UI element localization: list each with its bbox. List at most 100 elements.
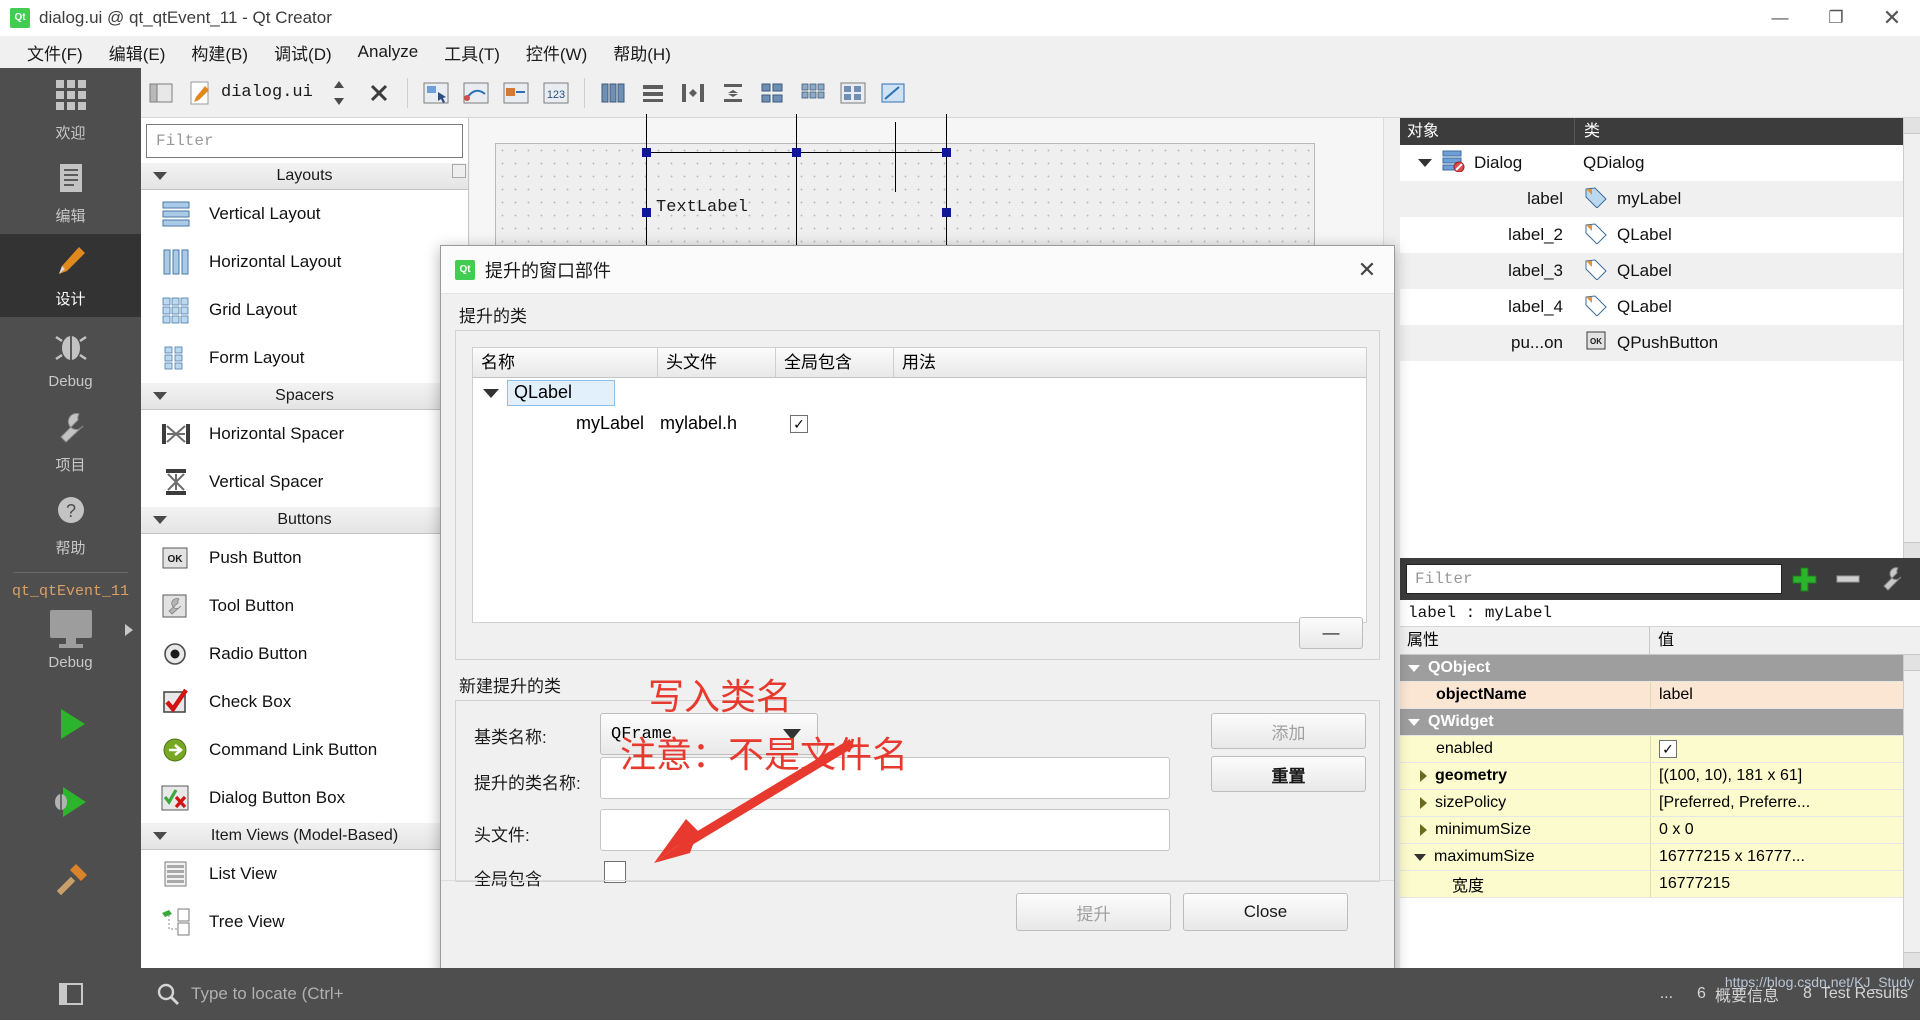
- configure-property-button[interactable]: [1870, 558, 1914, 600]
- widget-item-push-button[interactable]: OK Push Button: [141, 534, 468, 582]
- property-row-sizepolicy[interactable]: sizePolicy [Preferred, Preferre...: [1400, 790, 1920, 817]
- maximize-button[interactable]: ❐: [1808, 0, 1864, 36]
- widget-item-list-view[interactable]: List View: [141, 850, 468, 898]
- object-row-label-3[interactable]: label_3 QLabel: [1400, 253, 1920, 289]
- widget-item-form-layout[interactable]: Form Layout: [141, 334, 468, 382]
- reset-button[interactable]: 重置: [1211, 756, 1366, 792]
- resize-handle-tr[interactable]: [942, 148, 951, 157]
- minimize-button[interactable]: —: [1752, 0, 1808, 36]
- property-value[interactable]: 16777215: [1650, 871, 1920, 897]
- mode-edit[interactable]: 编辑: [0, 151, 141, 234]
- object-row-label-2[interactable]: label_2 QLabel: [1400, 217, 1920, 253]
- resize-handle-br[interactable]: [942, 208, 951, 217]
- widget-item-radio-button[interactable]: Radio Button: [141, 630, 468, 678]
- property-value[interactable]: 0 x 0: [1650, 817, 1920, 843]
- menu-analyze[interactable]: Analyze: [345, 40, 431, 64]
- widget-item-horizontal-layout[interactable]: Horizontal Layout: [141, 238, 468, 286]
- global-include-checkbox[interactable]: ✓: [790, 415, 808, 433]
- add-property-button[interactable]: [1782, 558, 1826, 600]
- status-overflow[interactable]: ...: [1648, 985, 1685, 1003]
- object-inspector-scrollbar[interactable]: [1903, 118, 1920, 558]
- widget-box-filter[interactable]: Filter: [146, 124, 463, 158]
- widget-category-layouts[interactable]: Layouts: [141, 162, 468, 190]
- layout-horizontal-icon[interactable]: [593, 73, 633, 113]
- menu-file[interactable]: 文件(F): [14, 38, 96, 67]
- resize-handle-tm[interactable]: [792, 148, 801, 157]
- resize-handle-tl[interactable]: [642, 148, 651, 157]
- kit-selector[interactable]: [0, 606, 141, 652]
- widget-item-check-box[interactable]: Check Box: [141, 678, 468, 726]
- menu-build[interactable]: 构建(B): [178, 38, 261, 67]
- chevron-down-icon[interactable]: [1408, 664, 1420, 672]
- mode-welcome[interactable]: 欢迎: [0, 68, 141, 151]
- scroll-down-arrow-icon[interactable]: [1904, 542, 1920, 558]
- property-group-qwidget[interactable]: QWidget: [1400, 709, 1920, 736]
- remove-property-button[interactable]: [1826, 558, 1870, 600]
- layout-form-icon[interactable]: [753, 73, 793, 113]
- resize-handle-bl[interactable]: [642, 208, 651, 217]
- widget-item-tree-view[interactable]: Tree View: [141, 898, 468, 946]
- chevron-down-icon[interactable]: [1414, 853, 1426, 861]
- column-global-include[interactable]: 全局包含: [776, 348, 894, 377]
- promote-button[interactable]: 提升: [1016, 893, 1171, 931]
- object-row-label[interactable]: label myLabel: [1400, 181, 1920, 217]
- adjust-size-icon[interactable]: [873, 73, 913, 113]
- promoted-widgets-dialog[interactable]: Qt 提升的窗口部件 ✕ 提升的类 名称 头文件 全局包含 用法 QLabel …: [440, 245, 1395, 993]
- locator-input[interactable]: Type to locate (Ctrl+: [141, 981, 344, 1007]
- edit-signals-icon[interactable]: [456, 73, 496, 113]
- menu-debug[interactable]: 调试(D): [261, 38, 345, 67]
- menu-edit[interactable]: 编辑(E): [96, 38, 179, 67]
- form-widget-textlabel[interactable]: TextLabel: [656, 198, 748, 217]
- build-button[interactable]: [0, 841, 141, 919]
- edit-buddies-icon[interactable]: [496, 73, 536, 113]
- property-value[interactable]: ✓: [1650, 736, 1920, 762]
- property-row-objectname[interactable]: objectName label: [1400, 682, 1920, 709]
- chevron-right-icon[interactable]: [1420, 824, 1427, 836]
- table-row[interactable]: myLabel mylabel.h ✓: [473, 408, 1366, 438]
- remove-promoted-button[interactable]: —: [1299, 617, 1363, 649]
- widget-category-item-views[interactable]: Item Views (Model-Based): [141, 822, 468, 850]
- chevron-down-icon[interactable]: [1418, 159, 1432, 167]
- close-file-icon[interactable]: [359, 73, 399, 113]
- table-cell-global-include[interactable]: ✓: [776, 413, 894, 434]
- edit-widgets-icon[interactable]: [416, 73, 456, 113]
- close-button[interactable]: ✕: [1864, 0, 1920, 36]
- panel-icon[interactable]: [141, 73, 181, 113]
- property-value[interactable]: [Preferred, Preferre...: [1650, 790, 1920, 816]
- property-filter-input[interactable]: Filter: [1406, 564, 1782, 594]
- layout-splitter-h-icon[interactable]: [673, 73, 713, 113]
- chevron-down-icon[interactable]: [483, 388, 499, 398]
- menu-tools[interactable]: 工具(T): [431, 38, 513, 67]
- header-file-input[interactable]: [600, 809, 1170, 851]
- widget-category-spacers[interactable]: Spacers: [141, 382, 468, 410]
- property-value[interactable]: [(100, 10), 181 x 61]: [1650, 763, 1920, 789]
- table-cell-name-text[interactable]: QLabel: [507, 380, 616, 406]
- property-row-maximumsize[interactable]: maximumSize 16777215 x 16777...: [1400, 844, 1920, 871]
- scroll-up-arrow-icon[interactable]: [1904, 118, 1920, 134]
- add-button[interactable]: 添加: [1211, 713, 1366, 749]
- chevron-right-icon[interactable]: [1420, 770, 1427, 782]
- property-row-enabled[interactable]: enabled ✓: [1400, 736, 1920, 763]
- property-editor-scrollbar[interactable]: [1903, 655, 1920, 968]
- widget-item-command-link-button[interactable]: Command Link Button: [141, 726, 468, 774]
- menu-window[interactable]: 控件(W): [513, 38, 600, 67]
- promoted-classes-table[interactable]: 名称 头文件 全局包含 用法 QLabel myLabel mylabel.h …: [472, 347, 1367, 623]
- layout-splitter-v-icon[interactable]: [713, 73, 753, 113]
- object-row-pushbutton[interactable]: pu...on OK QPushButton: [1400, 325, 1920, 361]
- menu-help[interactable]: 帮助(H): [600, 38, 684, 67]
- property-group-qobject[interactable]: QObject: [1400, 655, 1920, 682]
- mode-design[interactable]: 设计: [0, 234, 141, 317]
- column-name[interactable]: 名称: [473, 348, 658, 377]
- debug-button[interactable]: [0, 763, 141, 841]
- property-row-geometry[interactable]: geometry [(100, 10), 181 x 61]: [1400, 763, 1920, 790]
- widget-item-tool-button[interactable]: Tool Button: [141, 582, 468, 630]
- column-usage[interactable]: 用法: [894, 348, 1366, 377]
- layout-grid-icon[interactable]: [793, 73, 833, 113]
- widget-item-grid-layout[interactable]: Grid Layout: [141, 286, 468, 334]
- table-row[interactable]: QLabel: [473, 378, 1366, 408]
- scroll-up-arrow-icon[interactable]: [452, 164, 466, 178]
- widget-item-horizontal-spacer[interactable]: Horizontal Spacer: [141, 410, 468, 458]
- object-row-dialog[interactable]: Dialog QDialog: [1400, 145, 1920, 181]
- scroll-up-arrow-icon[interactable]: [1904, 655, 1920, 671]
- object-row-label-4[interactable]: label_4 QLabel: [1400, 289, 1920, 325]
